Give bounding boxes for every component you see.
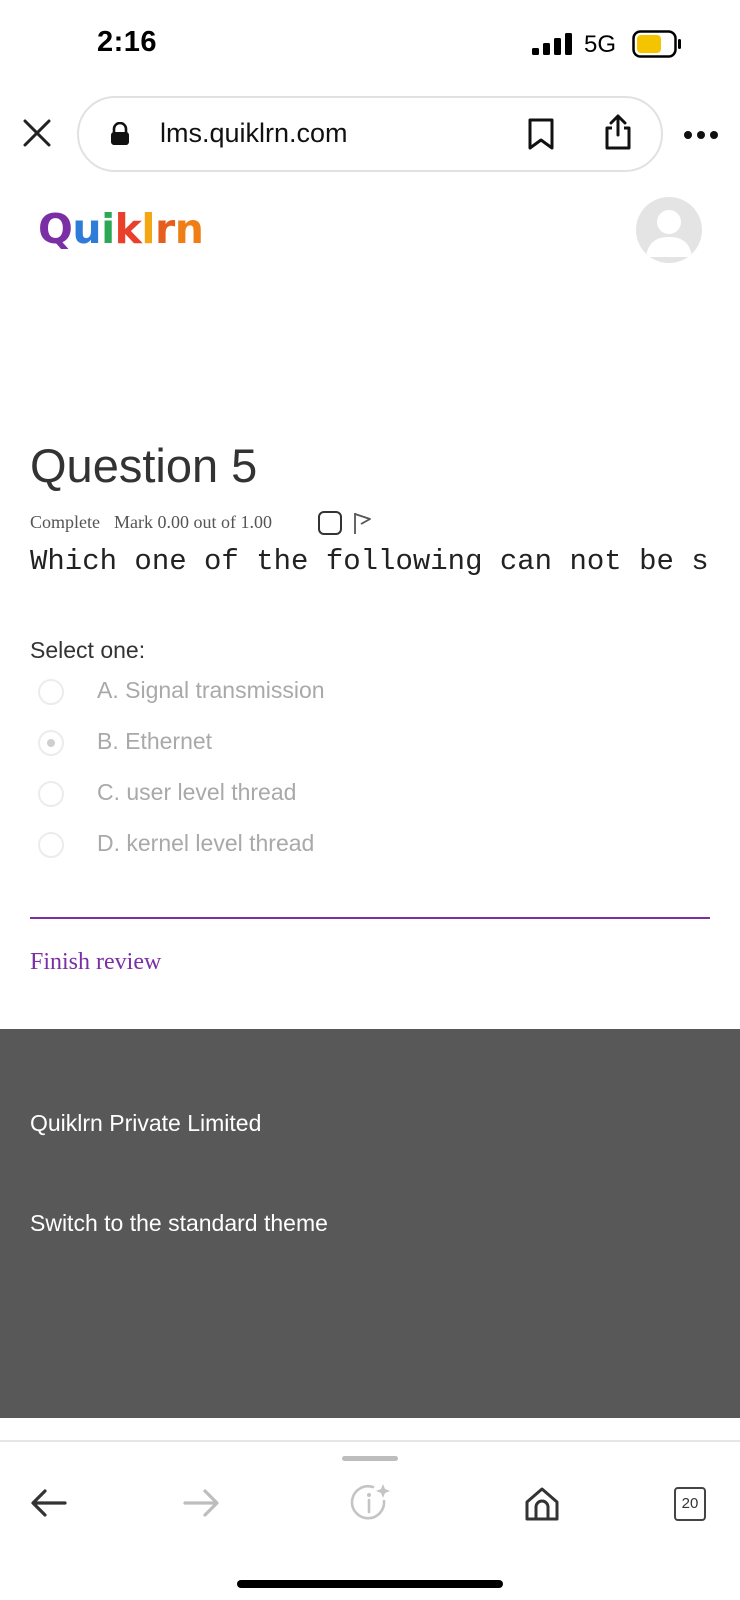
info-sparkle-icon[interactable] (350, 1482, 392, 1524)
share-icon[interactable] (603, 113, 633, 151)
switch-theme-link[interactable]: Switch to the standard theme (30, 1210, 328, 1237)
question-meta: Complete Mark 0.00 out of 1.00 (30, 512, 272, 533)
drag-handle[interactable] (342, 1456, 398, 1461)
answer-option-a[interactable]: A. Signal transmission (38, 677, 538, 707)
tabs-count-button[interactable]: 20 (674, 1487, 706, 1521)
status-time: 2:16 (97, 26, 158, 58)
answer-option-d[interactable]: D. kernel level thread (38, 830, 538, 860)
radio-button[interactable] (38, 781, 64, 807)
answer-option-label: D. kernel level thread (97, 830, 315, 856)
answer-option-label: A. Signal transmission (97, 677, 325, 703)
browser-bottom-bar: 20 (0, 1440, 740, 1600)
divider (30, 917, 710, 919)
question-text: Which one of the following can not be s (30, 545, 709, 578)
person-icon (646, 210, 692, 257)
network-type: 5G (584, 31, 617, 58)
answer-option-label: B. Ethernet (97, 728, 213, 754)
close-icon[interactable] (22, 118, 52, 148)
answer-option-c[interactable]: C. user level thread (38, 779, 538, 809)
select-one-label: Select one: (30, 637, 146, 663)
url-text[interactable]: lms.quiklrn.com (160, 118, 348, 149)
quiklrn-logo[interactable]: Quiklrn (38, 205, 204, 259)
battery-icon (632, 30, 681, 58)
forward-arrow-icon[interactable] (182, 1487, 220, 1519)
back-arrow-icon[interactable] (30, 1487, 68, 1519)
answer-option-b[interactable]: B. Ethernet (38, 728, 538, 758)
question-state: Complete (30, 512, 100, 532)
bookmark-icon[interactable] (528, 118, 554, 150)
flag-icon[interactable] (352, 511, 374, 535)
home-indicator (237, 1580, 503, 1588)
lock-icon (111, 122, 129, 145)
home-icon[interactable] (524, 1485, 560, 1521)
user-avatar[interactable] (636, 197, 702, 263)
site-footer: Quiklrn Private Limited Switch to the st… (0, 1029, 740, 1418)
radio-button-selected[interactable] (38, 730, 64, 756)
question-title: Question 5 (30, 439, 258, 492)
flag-question-checkbox[interactable] (318, 511, 342, 535)
answer-option-label: C. user level thread (97, 779, 297, 805)
radio-button[interactable] (38, 832, 64, 858)
finish-review-link[interactable]: Finish review (30, 949, 161, 976)
radio-button[interactable] (38, 679, 64, 705)
signal-strength-icon (532, 33, 572, 55)
more-icon[interactable] (683, 130, 719, 140)
footer-company-name: Quiklrn Private Limited (30, 1110, 262, 1136)
question-mark: Mark 0.00 out of 1.00 (114, 512, 272, 532)
